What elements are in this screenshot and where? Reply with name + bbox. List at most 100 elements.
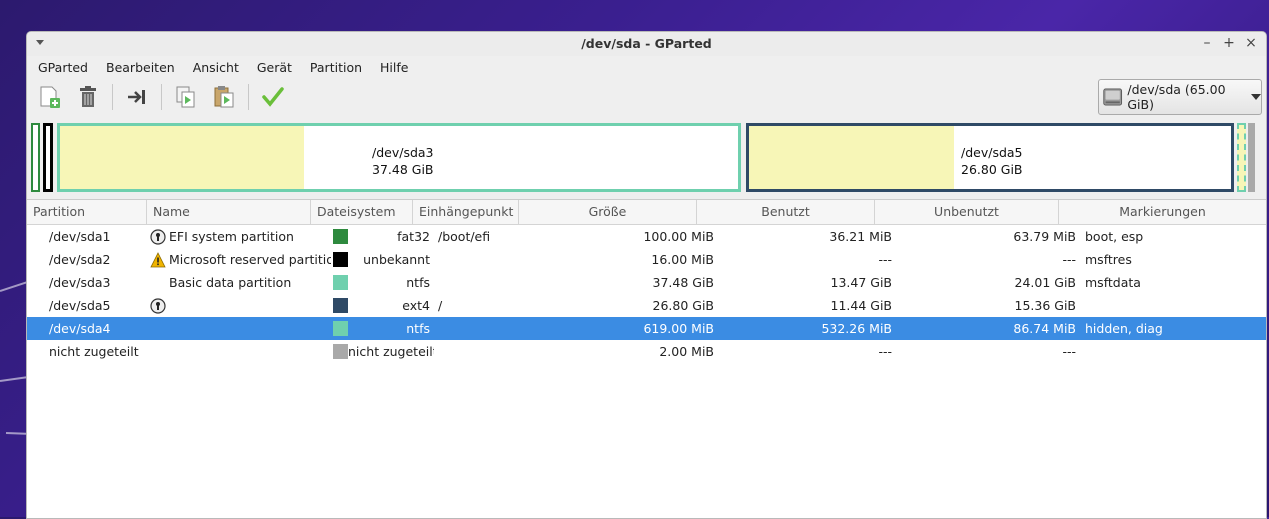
cell-partition: nicht zugeteilt xyxy=(49,344,139,359)
device-label: /dev/sda (65.00 GiB) xyxy=(1127,82,1226,112)
minimize-button[interactable]: – xyxy=(1200,35,1214,51)
cell-unused: 86.74 MiB xyxy=(1013,321,1076,336)
toolbar: /dev/sda (65.00 GiB) xyxy=(27,78,1266,116)
filesystem-name: unbekannt xyxy=(363,252,430,267)
filesystem-name: fat32 xyxy=(397,229,430,244)
cell-unused: 63.79 MiB xyxy=(1013,229,1076,244)
col-used[interactable]: Benutzt xyxy=(697,200,875,224)
diskmap-sda5[interactable]: /dev/sda5 26.80 GiB xyxy=(746,123,1234,192)
cell-name: Microsoft reserved partition xyxy=(169,252,331,267)
cell-filesystem: ntfs xyxy=(331,275,434,290)
hard-disk-icon xyxy=(1103,88,1123,106)
col-flags[interactable]: Markierungen xyxy=(1059,200,1266,224)
col-partition[interactable]: Partition xyxy=(27,200,147,224)
filesystem-name: nicht zugeteilt xyxy=(348,344,434,359)
partition-table: Partition Name Dateisystem Einhängepunkt… xyxy=(27,199,1266,518)
cell-size: 619.00 MiB xyxy=(643,321,714,336)
diskmap-sda5-name: /dev/sda5 xyxy=(961,145,1023,160)
table-row[interactable]: /dev/sda1 EFI system partition fat32/boot/… xyxy=(27,225,1266,248)
table-row[interactable]: /dev/sda3 Basic data partition ntfs 37.48 G… xyxy=(27,271,1266,294)
diskmap-sda3[interactable]: /dev/sda3 37.48 GiB xyxy=(57,123,741,192)
cell-partition: /dev/sda5 xyxy=(49,298,111,313)
cell-filesystem: ntfs xyxy=(331,321,434,336)
col-unused[interactable]: Unbenutzt xyxy=(875,200,1059,224)
diskmap-sda3-name: /dev/sda3 xyxy=(372,145,434,160)
paste-icon xyxy=(214,86,234,108)
table-row[interactable]: /dev/sda2 Microsoft reserved partition unb… xyxy=(27,248,1266,271)
menu-gparted[interactable]: GParted xyxy=(29,60,97,75)
cell-filesystem: nicht zugeteilt xyxy=(331,344,434,359)
menu-bearbeiten[interactable]: Bearbeiten xyxy=(97,60,184,75)
menu-geraet[interactable]: Gerät xyxy=(248,60,301,75)
paste-button[interactable] xyxy=(210,83,238,111)
new-partition-button[interactable] xyxy=(36,83,64,111)
toolbar-separator xyxy=(248,84,249,110)
cell-filesystem: unbekannt xyxy=(331,252,434,267)
col-mountpoint[interactable]: Einhängepunkt xyxy=(413,200,519,224)
cell-size: 37.48 GiB xyxy=(652,275,715,290)
arrow-to-bar-icon xyxy=(128,90,145,104)
apply-button[interactable] xyxy=(259,83,287,111)
cell-status-icon xyxy=(147,251,169,268)
delete-partition-button[interactable] xyxy=(74,83,102,111)
cell-mountpoint: / xyxy=(438,298,443,313)
filesystem-name: ext4 xyxy=(402,298,430,313)
new-partition-icon xyxy=(40,86,60,108)
menu-ansicht[interactable]: Ansicht xyxy=(184,60,248,75)
desktop-wallpaper-streak xyxy=(5,432,27,435)
diskmap-sda1[interactable] xyxy=(31,123,40,192)
menu-partition[interactable]: Partition xyxy=(301,60,371,75)
filesystem-name: ntfs xyxy=(406,275,430,290)
cell-used: --- xyxy=(878,252,892,267)
diskmap-sda5-used xyxy=(749,126,954,189)
cell-unused: --- xyxy=(1062,344,1076,359)
cell-partition: /dev/sda2 xyxy=(49,252,111,267)
col-name[interactable]: Name xyxy=(147,200,311,224)
copy-button[interactable] xyxy=(172,83,200,111)
key-icon xyxy=(150,297,166,314)
window-title: /dev/sda - GParted xyxy=(581,36,712,51)
col-size[interactable]: Größe xyxy=(519,200,697,224)
cell-filesystem: ext4 xyxy=(331,298,434,313)
cell-used: --- xyxy=(878,344,892,359)
resize-move-button[interactable] xyxy=(123,83,151,111)
warning-icon xyxy=(150,251,166,267)
filesystem-color-swatch xyxy=(333,298,348,313)
filesystem-color-swatch xyxy=(333,275,348,290)
cell-used: 36.21 MiB xyxy=(829,229,892,244)
table-row[interactable]: /dev/sda4 ntfs 619.00 MiB 532.26 MiB 86.74 M… xyxy=(27,317,1266,340)
filesystem-name: ntfs xyxy=(406,321,430,336)
filesystem-color-swatch xyxy=(333,321,348,336)
diskmap-sda4[interactable] xyxy=(1237,123,1246,192)
title-bar[interactable]: /dev/sda - GParted – + × xyxy=(27,32,1266,56)
filesystem-color-swatch xyxy=(333,229,348,244)
table-row[interactable]: nicht zugeteilt nicht zugeteilt 2.00 MiB --… xyxy=(27,340,1266,363)
cell-partition: /dev/sda1 xyxy=(49,229,111,244)
diskmap-unallocated[interactable] xyxy=(1248,123,1255,192)
cell-flags: msftdata xyxy=(1085,275,1141,290)
cell-used: 532.26 MiB xyxy=(821,321,892,336)
chevron-down-icon xyxy=(1251,94,1261,100)
col-filesystem[interactable]: Dateisystem xyxy=(311,200,413,224)
menu-hilfe[interactable]: Hilfe xyxy=(371,60,417,75)
diskmap-sda2[interactable] xyxy=(43,123,53,192)
diskmap-sda3-used xyxy=(60,126,304,189)
table-header: Partition Name Dateisystem Einhängepunkt… xyxy=(27,200,1266,225)
gparted-window: /dev/sda - GParted – + × GParted Bearbei… xyxy=(26,31,1267,519)
close-button[interactable]: × xyxy=(1244,35,1258,51)
cell-status-icon xyxy=(147,297,169,314)
cell-used: 11.44 GiB xyxy=(830,298,893,313)
maximize-button[interactable]: + xyxy=(1222,35,1236,51)
table-row[interactable]: /dev/sda5 ext4 / 26.80 GiB 11.44 GiB 15.36 Gi… xyxy=(27,294,1266,317)
cell-size: 26.80 GiB xyxy=(652,298,715,313)
cell-partition: /dev/sda3 xyxy=(49,275,111,290)
cell-name: EFI system partition xyxy=(169,229,294,244)
cell-partition: /dev/sda4 xyxy=(49,321,111,336)
device-selector[interactable]: /dev/sda (65.00 GiB) xyxy=(1098,79,1262,115)
cell-name: Basic data partition xyxy=(169,275,292,290)
filesystem-color-swatch xyxy=(333,252,348,267)
desktop-wallpaper-streak xyxy=(0,281,27,292)
disk-map: /dev/sda3 37.48 GiB /dev/sda5 26.80 GiB xyxy=(31,123,1255,193)
cell-status-icon xyxy=(147,228,169,245)
checkmark-icon xyxy=(262,87,284,107)
